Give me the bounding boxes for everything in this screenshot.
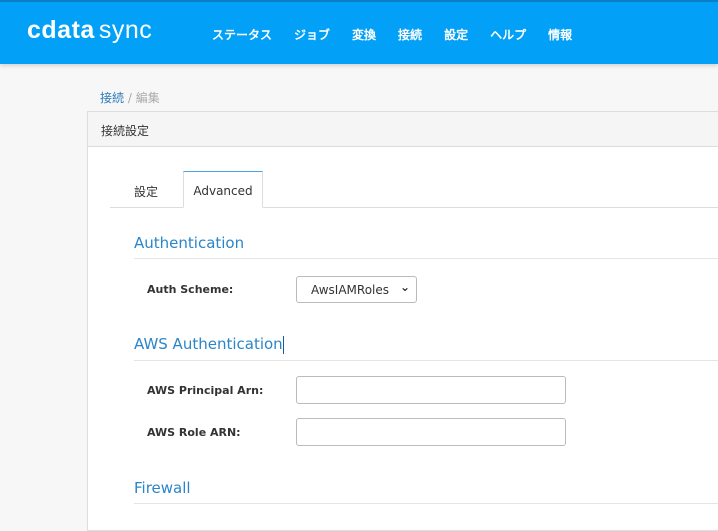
aws-role-arn-label: AWS Role ARN: xyxy=(147,426,241,439)
nav-help[interactable]: ヘルプ xyxy=(490,26,526,43)
breadcrumb-separator: / xyxy=(127,91,132,105)
cdata-sync-logo[interactable]: cdata sync xyxy=(27,16,152,45)
top-header: cdata sync ステータス ジョブ 変換 接続 設定 ヘルプ 情報 xyxy=(0,0,718,64)
tab-bar: 設定 Advanced xyxy=(110,171,718,208)
panel-title: 接続設定 xyxy=(88,112,718,147)
text-cursor xyxy=(282,335,284,354)
nav-settings[interactable]: 設定 xyxy=(444,26,468,43)
tab-advanced[interactable]: Advanced xyxy=(183,171,263,208)
main-nav: ステータス ジョブ 変換 接続 設定 ヘルプ 情報 xyxy=(212,26,594,43)
section-authentication-title: Authentication xyxy=(134,234,718,259)
auth-scheme-select[interactable]: AwsIAMRoles ⌄ xyxy=(296,276,417,303)
nav-transform[interactable]: 変換 xyxy=(352,26,376,43)
connection-settings-panel: 接続設定 設定 Advanced Authentication Auth Sch… xyxy=(87,111,718,531)
chevron-down-icon: ⌄ xyxy=(399,280,410,294)
aws-role-arn-input[interactable] xyxy=(296,418,566,446)
breadcrumb-connections-link[interactable]: 接続 xyxy=(100,91,124,105)
section-aws-authentication-title: AWS Authentication xyxy=(134,335,718,361)
breadcrumb-current: 編集 xyxy=(135,91,160,105)
aws-principal-arn-label: AWS Principal Arn: xyxy=(147,384,264,397)
nav-status[interactable]: ステータス xyxy=(212,26,272,43)
section-firewall-title: Firewall xyxy=(134,479,718,504)
tab-settings[interactable]: 設定 xyxy=(110,171,182,208)
auth-scheme-label: Auth Scheme: xyxy=(147,283,234,296)
nav-connections[interactable]: 接続 xyxy=(398,26,422,43)
aws-principal-arn-input[interactable] xyxy=(296,376,566,404)
breadcrumb: 接続 / 編集 xyxy=(100,89,160,106)
nav-jobs[interactable]: ジョブ xyxy=(294,26,330,43)
nav-info[interactable]: 情報 xyxy=(548,26,572,43)
